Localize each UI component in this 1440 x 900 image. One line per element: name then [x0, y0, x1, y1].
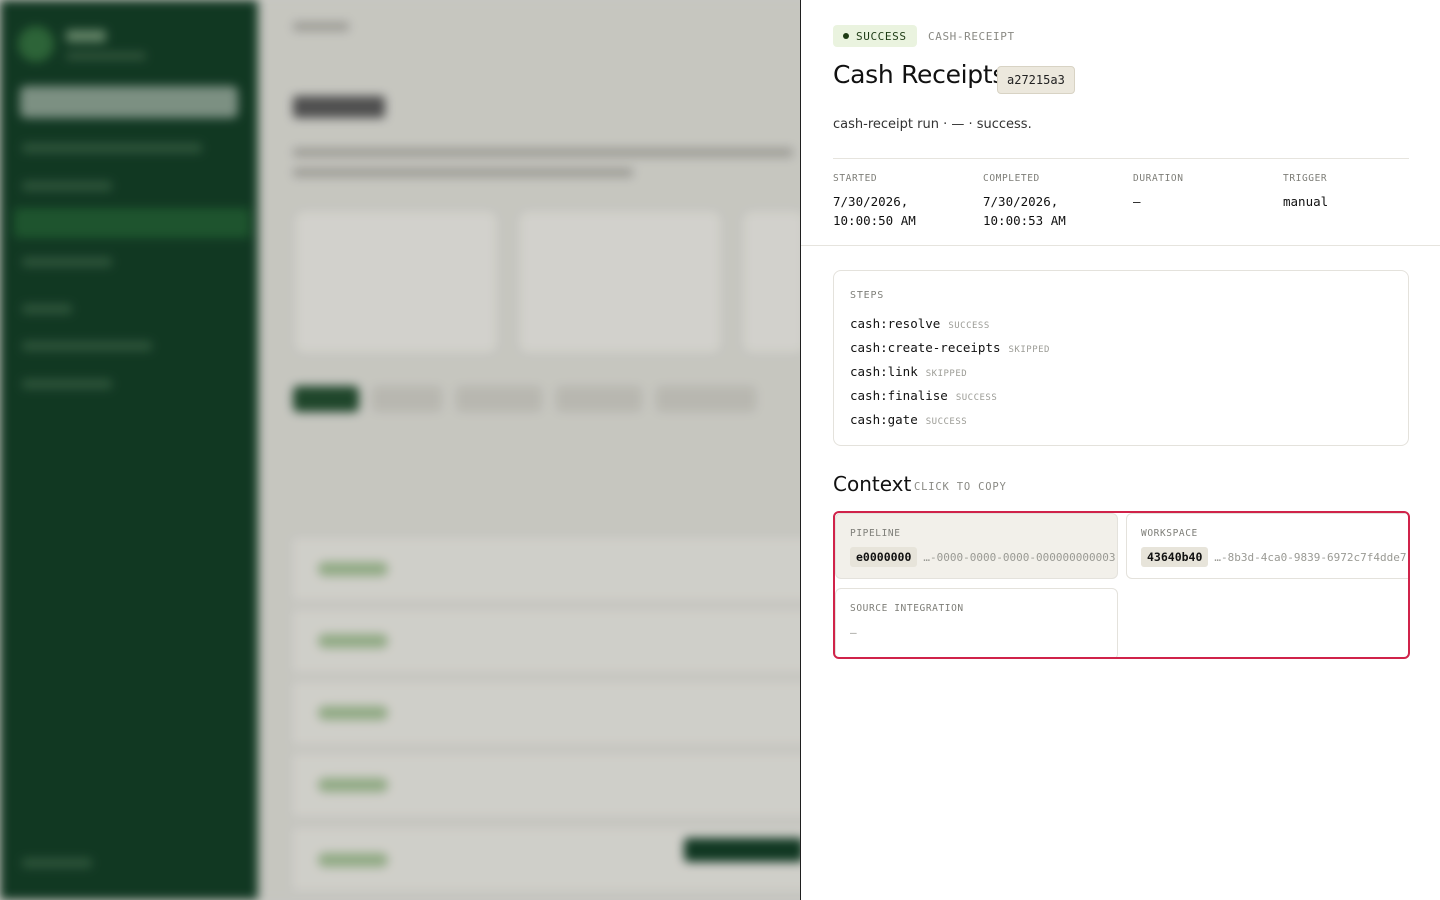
context-source-integration[interactable]: SOURCE INTEGRATION —: [835, 588, 1118, 657]
step-name: cash:finalise: [850, 388, 948, 403]
context-id-rest: …-0000-0000-0000-000000000003: [923, 550, 1116, 564]
divider: [801, 245, 1440, 246]
step-status: SUCCESS: [925, 417, 968, 427]
status-dot-icon: [843, 33, 849, 39]
context-id-chip: 43640b40: [1141, 547, 1209, 567]
meta-label: TRIGGER: [1283, 173, 1328, 184]
context-value: —: [850, 626, 857, 639]
context-pipeline[interactable]: PIPELINE e0000000 …-0000-0000-0000-00000…: [835, 513, 1118, 579]
meta-label: DURATION: [1133, 173, 1184, 184]
context-label: PIPELINE: [850, 528, 901, 539]
step-name: cash:create-receipts: [850, 340, 1001, 355]
meta-completed: COMPLETED 7/30/2026, 10:00:53 AM: [983, 173, 1123, 230]
run-detail-drawer: SUCCESS CASH-RECEIPT Cash Receipts a2721…: [800, 0, 1440, 900]
steps-panel: STEPS cash:resolve SUCCESS cash:create-r…: [833, 270, 1409, 446]
context-id-chip: e0000000: [850, 547, 918, 567]
meta-value: 7/30/2026, 10:00:53 AM: [983, 194, 1066, 228]
run-title: Cash Receipts: [833, 60, 1006, 89]
modal-backdrop[interactable]: [0, 0, 800, 900]
context-label: WORKSPACE: [1141, 528, 1198, 539]
step-status: SKIPPED: [925, 369, 968, 379]
context-heading: Context: [833, 472, 912, 496]
step-name: cash:link: [850, 364, 918, 379]
meta-trigger: TRIGGER manual: [1283, 173, 1423, 211]
meta-label: STARTED: [833, 173, 878, 184]
step-item: cash:gate SUCCESS: [850, 412, 967, 427]
step-status: SUCCESS: [955, 393, 998, 403]
meta-started: STARTED 7/30/2026, 10:00:50 AM: [833, 173, 973, 230]
run-kind-label: CASH-RECEIPT: [928, 30, 1015, 43]
step-item: cash:link SKIPPED: [850, 364, 967, 379]
status-badge: SUCCESS: [833, 25, 917, 47]
step-item: cash:finalise SUCCESS: [850, 388, 997, 403]
step-status: SUCCESS: [948, 321, 990, 331]
meta-value: manual: [1283, 194, 1329, 209]
context-hint: CLICK TO COPY: [914, 481, 1007, 493]
meta-value: —: [1133, 194, 1141, 209]
meta-duration: DURATION —: [1133, 173, 1273, 211]
meta-label: COMPLETED: [983, 173, 1040, 184]
step-status: SKIPPED: [1008, 345, 1050, 355]
context-grid: PIPELINE e0000000 …-0000-0000-0000-00000…: [833, 511, 1410, 659]
step-item: cash:resolve SUCCESS: [850, 316, 990, 331]
status-badge-label: SUCCESS: [856, 29, 907, 43]
context-label: SOURCE INTEGRATION: [850, 603, 964, 614]
run-description: cash-receipt run · — · success.: [833, 117, 1032, 132]
steps-heading: STEPS: [850, 290, 885, 301]
step-name: cash:resolve: [850, 316, 941, 331]
run-id-badge[interactable]: a27215a3: [997, 66, 1075, 94]
meta-value: 7/30/2026, 10:00:50 AM: [833, 194, 916, 228]
step-item: cash:create-receipts SKIPPED: [850, 340, 1050, 355]
context-id-rest: …-8b3d-4ca0-9839-6972c7f4dde7: [1214, 550, 1407, 564]
step-name: cash:gate: [850, 412, 918, 427]
divider: [833, 158, 1409, 159]
context-workspace[interactable]: WORKSPACE 43640b40 …-8b3d-4ca0-9839-6972…: [1126, 513, 1408, 579]
